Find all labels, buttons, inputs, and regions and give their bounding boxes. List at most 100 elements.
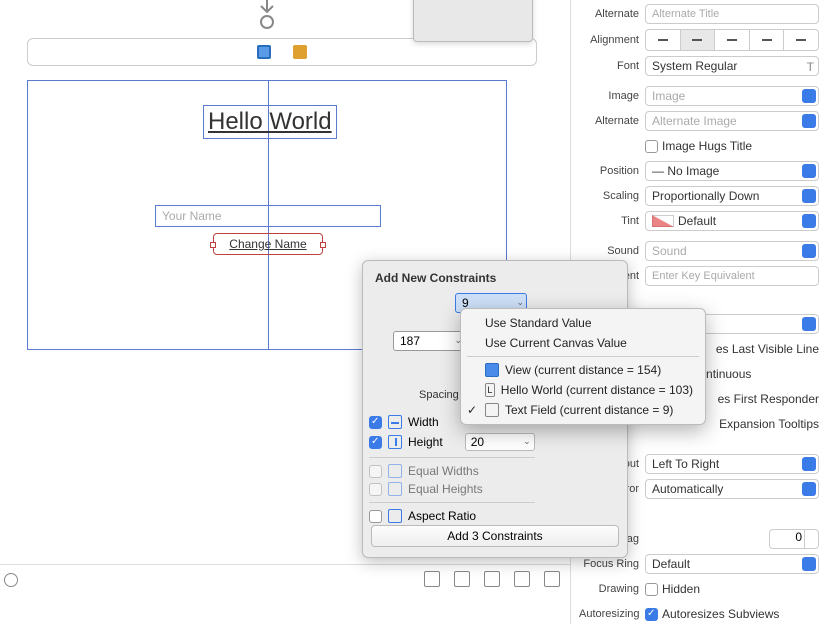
dropdown-icon[interactable]	[802, 114, 816, 128]
font-field[interactable]: System RegularT	[645, 56, 819, 76]
tint-select[interactable]: Default	[645, 211, 819, 231]
update-frames-icon[interactable]	[424, 571, 440, 587]
label-sound: Sound	[579, 245, 639, 257]
height-label: Height	[408, 435, 443, 449]
label-position: Position	[579, 165, 639, 177]
autoresizes-checkbox[interactable]	[645, 608, 658, 621]
equal-heights-icon	[388, 482, 402, 496]
equal-widths-checkbox[interactable]	[369, 465, 382, 478]
align-natural-icon[interactable]	[784, 30, 818, 50]
equal-widths-label: Equal Widths	[408, 464, 479, 478]
refuses-label: es First Responder	[718, 392, 819, 406]
dropdown-icon[interactable]	[802, 482, 816, 496]
resize-handle-right[interactable]	[320, 242, 326, 248]
scaling-select[interactable]: Proportionally Down	[645, 186, 819, 206]
image-select[interactable]: Image	[645, 86, 819, 106]
pin-icon[interactable]	[484, 571, 500, 587]
equal-heights-checkbox[interactable]	[369, 483, 382, 496]
tag-field[interactable]: 0	[769, 529, 819, 549]
change-name-button-label: Change Name	[229, 237, 306, 251]
key-equiv-field[interactable]: Enter Key Equivalent	[645, 266, 819, 286]
width-icon	[388, 415, 402, 429]
anchor-down-icon	[252, 0, 282, 30]
alternate-title-field[interactable]: Alternate Title	[645, 4, 819, 24]
dropdown-icon[interactable]	[802, 317, 816, 331]
height-icon	[388, 435, 402, 449]
height-checkbox[interactable]	[369, 436, 382, 449]
sound-select[interactable]: Sound	[645, 241, 819, 261]
aspect-ratio-label: Aspect Ratio	[408, 509, 476, 523]
expansion-label: Expansion Tooltips	[719, 417, 819, 431]
add-constraints-button[interactable]: Add 3 Constraints	[371, 525, 619, 547]
alt-image-select[interactable]: Alternate Image	[645, 111, 819, 131]
label-focus-ring: Focus Ring	[579, 558, 639, 570]
resize-handle-left[interactable]	[210, 242, 216, 248]
layout-select[interactable]: Left To Right	[645, 454, 819, 474]
align-center-icon[interactable]	[681, 30, 716, 50]
align-right-icon[interactable]	[715, 30, 750, 50]
width-checkbox[interactable]	[369, 416, 382, 429]
height-value-field[interactable]: 20⌄	[465, 433, 535, 451]
menu-use-current-canvas[interactable]: Use Current Canvas Value	[461, 333, 705, 353]
dropdown-icon[interactable]	[802, 244, 816, 258]
canvas-bottom-toolbar	[0, 564, 570, 592]
image-hugs-label: Image Hugs Title	[662, 139, 752, 153]
preview-thumbnail	[413, 0, 533, 42]
view-icon[interactable]	[257, 45, 271, 59]
truncates-label: es Last Visible Line	[716, 342, 819, 356]
align-justify-icon[interactable]	[750, 30, 785, 50]
stepper-icon[interactable]	[804, 530, 818, 548]
object-icon[interactable]	[293, 45, 307, 59]
dropdown-icon[interactable]	[802, 189, 816, 203]
dropdown-icon[interactable]	[802, 214, 816, 228]
text-field-icon	[485, 403, 499, 417]
left-spacing-field[interactable]: 187⌄	[393, 331, 465, 351]
view-icon	[485, 363, 499, 377]
label-drawing: Drawing	[579, 583, 639, 595]
position-select[interactable]: — No Image	[645, 161, 819, 181]
name-text-field[interactable]: Your Name	[155, 205, 381, 227]
label-alternate: Alternate	[579, 8, 639, 20]
tint-swatch-icon	[652, 215, 674, 227]
mirror-select[interactable]: Automatically	[645, 479, 819, 499]
hello-world-label[interactable]: Hello World	[203, 105, 337, 139]
equal-heights-label: Equal Heights	[408, 482, 483, 496]
menu-item-text-field[interactable]: ✓Text Field (current distance = 9)	[461, 400, 705, 420]
dropdown-icon[interactable]	[802, 457, 816, 471]
change-name-button[interactable]: Change Name	[213, 233, 323, 255]
autoresizes-label: Autoresizes Subviews	[662, 607, 779, 621]
chevron-down-icon[interactable]: ⌄	[516, 297, 524, 308]
label-scaling: Scaling	[579, 190, 639, 202]
label-icon: L	[485, 383, 495, 397]
dropdown-icon[interactable]	[802, 557, 816, 571]
spacing-neighbor-menu: Use Standard Value Use Current Canvas Va…	[460, 308, 706, 425]
label-tint: Tint	[579, 215, 639, 227]
hidden-checkbox[interactable]	[645, 583, 658, 596]
menu-item-hello-world[interactable]: LHello World (current distance = 103)	[461, 380, 705, 400]
image-hugs-checkbox[interactable]	[645, 140, 658, 153]
font-picker-icon[interactable]: T	[807, 60, 814, 74]
width-label: Width	[408, 415, 439, 429]
label-font: Font	[579, 60, 639, 72]
canvas-toolbar	[27, 38, 537, 66]
aspect-ratio-icon	[388, 509, 402, 523]
embed-icon[interactable]	[544, 571, 560, 587]
checkmark-icon: ✓	[467, 403, 477, 417]
align-icon[interactable]	[454, 571, 470, 587]
equal-widths-icon	[388, 464, 402, 478]
label-alignment: Alignment	[579, 34, 639, 46]
focus-ring-select[interactable]: Default	[645, 554, 819, 574]
chevron-down-icon[interactable]: ⌄	[523, 436, 531, 447]
menu-item-view[interactable]: View (current distance = 154)	[461, 360, 705, 380]
aspect-ratio-checkbox[interactable]	[369, 510, 382, 523]
align-left-icon[interactable]	[646, 30, 681, 50]
label-alt-image: Alternate	[579, 115, 639, 127]
resolve-icon[interactable]	[514, 571, 530, 587]
dropdown-icon[interactable]	[802, 164, 816, 178]
popover-title: Add New Constraints	[375, 271, 615, 285]
label-image: Image	[579, 90, 639, 102]
spacing-label: Spacing	[419, 389, 459, 401]
dropdown-icon[interactable]	[802, 89, 816, 103]
alignment-segmented[interactable]	[645, 29, 819, 51]
menu-use-standard[interactable]: Use Standard Value	[461, 313, 705, 333]
